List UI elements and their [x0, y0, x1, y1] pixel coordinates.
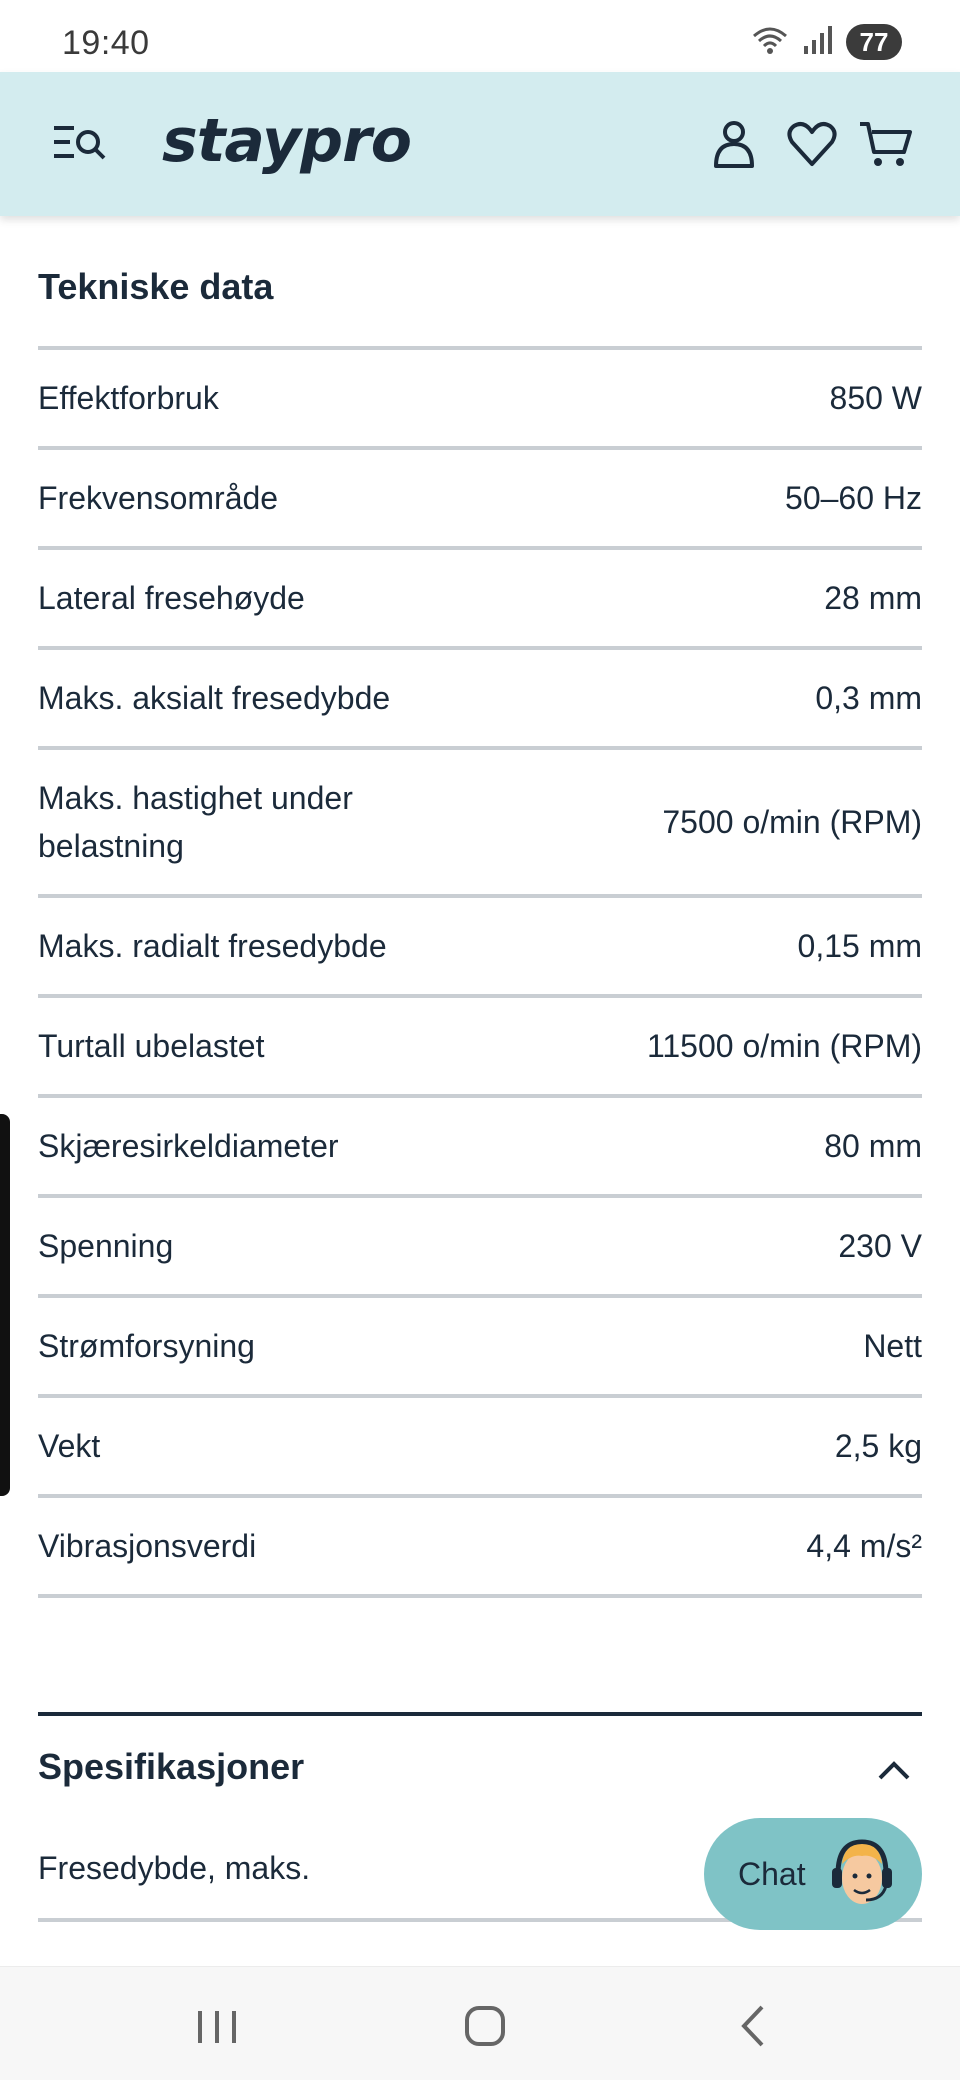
spec-value: 850 W	[829, 379, 922, 416]
spec-value: 50–60 Hz	[785, 479, 922, 516]
edge-panel-handle[interactable]	[0, 1114, 10, 1496]
spec-row: Maks. aksialt fresedybde 0,3 mm	[38, 646, 922, 746]
spec-label: Maks. aksialt fresedybde	[38, 680, 391, 716]
spec-value: 4,4 m/s²	[806, 1527, 922, 1564]
battery-indicator: 77	[846, 24, 902, 60]
menu-search-icon[interactable]	[52, 120, 108, 168]
spec-value: Nett	[863, 1327, 922, 1364]
spec-label: Lateral fresehøyde	[38, 580, 305, 616]
spec-row: Vekt 2,5 kg	[38, 1394, 922, 1494]
spec-value: 80 mm	[824, 1127, 922, 1164]
spec-value: 2,5 kg	[834, 1427, 922, 1464]
spec-row: Frekvensområde 50–60 Hz	[38, 446, 922, 546]
spec-row: Maks. radialt fresedybde 0,15 mm	[38, 894, 922, 994]
spec-value: 28 mm	[824, 579, 922, 616]
heart-icon[interactable]	[784, 116, 840, 172]
recent-apps-icon[interactable]	[182, 1991, 252, 2061]
spec-row: Strømforsyning Nett	[38, 1294, 922, 1394]
spec-row: Effektforbruk 850 W	[38, 346, 922, 446]
home-icon[interactable]	[450, 1991, 520, 2061]
system-nav-bar	[0, 1966, 960, 2080]
signal-icon	[802, 24, 834, 61]
status-icons: 77	[750, 22, 902, 62]
spec-value: 0,3 mm	[815, 679, 922, 716]
app-header: staypro	[0, 72, 960, 216]
spec-label: Spenning	[38, 1228, 174, 1264]
spec-label: Strømforsyning	[38, 1328, 255, 1364]
spec-row: Skjæresirkeldiameter 80 mm	[38, 1094, 922, 1194]
chat-button[interactable]: Chat	[704, 1818, 922, 1930]
spec-value: 7500 o/min (RPM)	[662, 803, 922, 840]
spec-value: 11500 o/min (RPM)	[646, 1027, 922, 1064]
divider	[38, 1594, 922, 1598]
spec-value: 0,15 mm	[797, 927, 922, 964]
spec-label: Turtall ubelastet	[38, 1028, 265, 1064]
wifi-icon	[750, 24, 790, 61]
section-divider	[38, 1712, 922, 1716]
spec-row: Maks. hastighet under belastning 7500 o/…	[38, 746, 922, 894]
specifications-toggle[interactable]: Spesifikasjoner	[38, 1746, 304, 1788]
spec-label: Fresedybde, maks.	[38, 1850, 311, 1886]
status-bar: 19:40 77	[0, 0, 960, 72]
spec-label: Skjæresirkeldiameter	[38, 1128, 339, 1164]
back-icon[interactable]	[718, 1991, 788, 2061]
spec-label: Frekvensområde	[38, 480, 279, 516]
spec-value: 230 V	[838, 1227, 922, 1264]
section-title: Tekniske data	[38, 266, 274, 307]
spec-label: Maks. hastighet under belastning	[38, 780, 353, 864]
support-agent-icon	[824, 1834, 900, 1914]
spec-row: Spenning 230 V	[38, 1194, 922, 1294]
spec-label: Effektforbruk	[38, 380, 219, 416]
cart-icon[interactable]	[858, 116, 914, 172]
spec-row: Turtall ubelastet 11500 o/min (RPM)	[38, 994, 922, 1094]
chat-label: Chat	[738, 1855, 806, 1892]
spec-label: Vekt	[38, 1428, 101, 1464]
status-time: 19:40	[62, 24, 150, 62]
chevron-up-icon[interactable]	[876, 1758, 912, 1782]
user-icon[interactable]	[706, 116, 762, 172]
spec-row: Vibrasjonsverdi 4,4 m/s²	[38, 1494, 922, 1594]
spec-label: Vibrasjonsverdi	[38, 1528, 257, 1564]
logo[interactable]: staypro	[162, 106, 412, 176]
spec-label: Maks. radialt fresedybde	[38, 928, 387, 964]
spec-row: Lateral fresehøyde 28 mm	[38, 546, 922, 646]
